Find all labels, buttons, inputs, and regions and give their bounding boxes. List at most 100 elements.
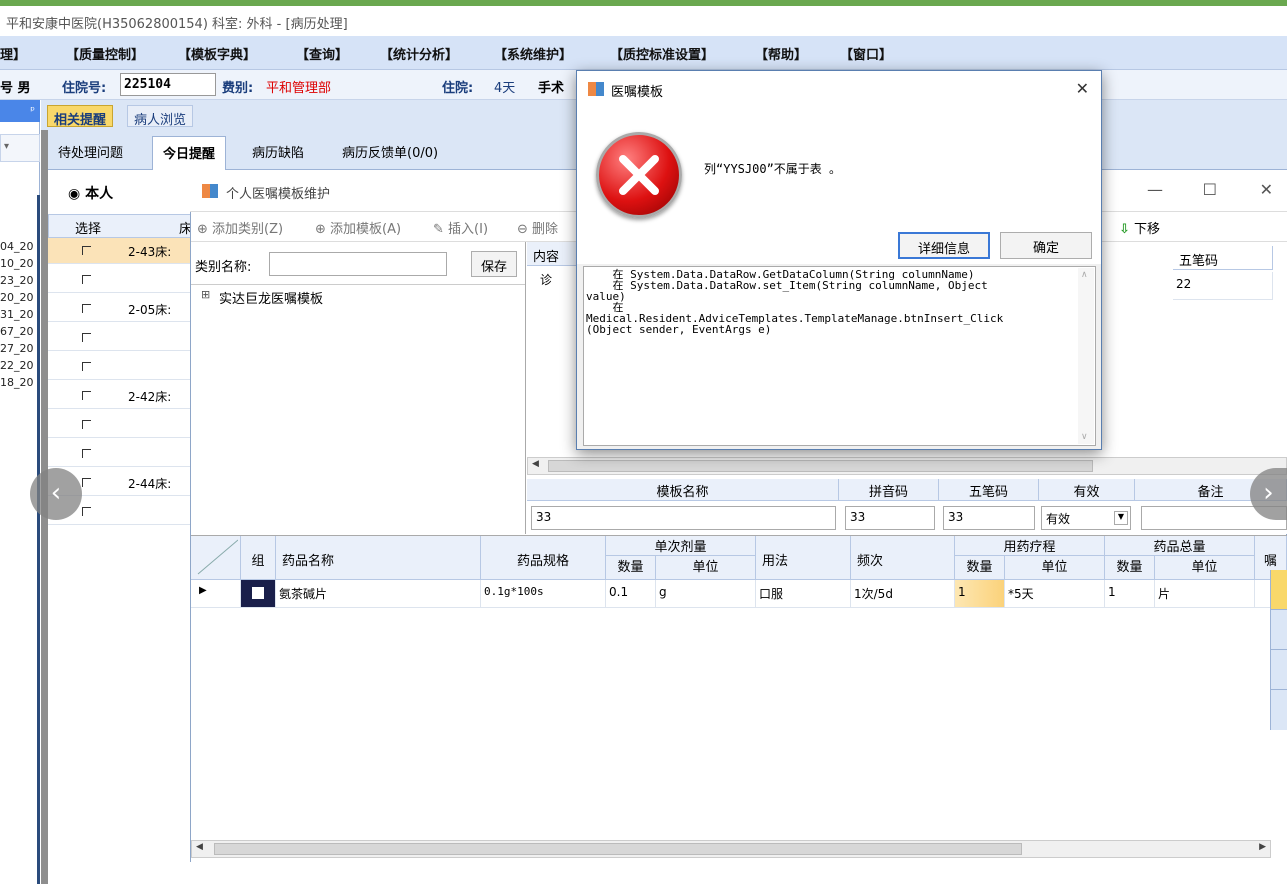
- scroll-thumb[interactable]: [214, 843, 1022, 855]
- tab-reminders[interactable]: 相关提醒: [47, 105, 114, 128]
- delete-button[interactable]: ⊖ 删除: [517, 218, 558, 237]
- scroll-down-icon[interactable]: ∨: [1081, 432, 1088, 442]
- row-checkbox[interactable]: [82, 362, 91, 371]
- row-checkbox[interactable]: [82, 246, 91, 255]
- row-checkbox[interactable]: [82, 420, 91, 429]
- menu-item-query[interactable]: 【查询】: [296, 44, 348, 63]
- row-checkbox[interactable]: [82, 275, 91, 284]
- bed-cell: 2-43床:: [128, 245, 172, 259]
- prev-arrow-icon[interactable]: ‹: [30, 468, 82, 520]
- scroll-right-icon[interactable]: ▶: [1259, 842, 1266, 852]
- details-button[interactable]: 详细信息: [898, 232, 990, 259]
- dialog-close-button[interactable]: ✕: [1076, 79, 1089, 98]
- expand-icon[interactable]: ⊞: [201, 288, 210, 301]
- tree-node[interactable]: 实达巨龙医嘱模板: [219, 288, 323, 307]
- tab-patient-browse[interactable]: 病人浏览: [127, 105, 194, 128]
- freq-cell[interactable]: 1次/5d: [851, 580, 955, 608]
- chevron-down-icon[interactable]: ▼: [1114, 511, 1128, 525]
- table-row[interactable]: [48, 441, 190, 467]
- table-row[interactable]: [48, 267, 190, 293]
- table-row[interactable]: [48, 325, 190, 351]
- scroll-left-icon[interactable]: ◀: [196, 842, 203, 852]
- row-checkbox[interactable]: [82, 333, 91, 342]
- dose-unit-cell[interactable]: g: [656, 580, 756, 608]
- horizontal-scrollbar[interactable]: ◀: [527, 457, 1287, 475]
- valid-select[interactable]: 有效 ▼: [1041, 506, 1131, 530]
- menu-item-system[interactable]: 【系统维护】: [494, 44, 572, 63]
- usage-cell[interactable]: 口服: [756, 580, 851, 608]
- list-item[interactable]: 18_20: [0, 376, 34, 389]
- vertical-tab[interactable]: [1271, 650, 1287, 690]
- add-template-button[interactable]: ⊕ 添加模板(A): [315, 218, 401, 237]
- scroll-up-icon[interactable]: ∧: [1081, 270, 1088, 280]
- list-item[interactable]: 27_20: [0, 342, 34, 355]
- arrow-down-icon: ⇩: [1119, 222, 1130, 237]
- menu-item-window[interactable]: 【窗口】: [840, 44, 892, 63]
- tab-pending[interactable]: 待处理问题: [48, 140, 133, 163]
- total-unit-cell[interactable]: 片: [1155, 580, 1255, 608]
- valid-select-value: 有效: [1046, 512, 1071, 526]
- table-row[interactable]: [48, 412, 190, 438]
- template-wubi-input[interactable]: 33: [943, 506, 1035, 530]
- list-item[interactable]: 23_20: [0, 274, 34, 287]
- self-radio[interactable]: ◉ 本人: [68, 183, 113, 203]
- table-row[interactable]: 2-42床:: [48, 383, 190, 409]
- row-checkbox[interactable]: [82, 391, 91, 400]
- course-qty-cell[interactable]: 1: [955, 580, 1005, 608]
- wubi-cell[interactable]: 22: [1173, 272, 1273, 300]
- scroll-left-icon[interactable]: ◀: [532, 459, 539, 469]
- vertical-tab[interactable]: [1271, 570, 1287, 610]
- course-unit-cell[interactable]: *5天: [1005, 580, 1105, 608]
- ok-button[interactable]: 确定: [1000, 232, 1092, 259]
- scroll-thumb[interactable]: [548, 460, 1093, 472]
- tab-defects[interactable]: 病历缺陷: [242, 140, 314, 163]
- list-item[interactable]: 04_20: [0, 240, 34, 253]
- save-button[interactable]: 保存: [471, 251, 517, 277]
- menu-item-template-dict[interactable]: 【模板字典】: [178, 44, 256, 63]
- menu-item-qc-standard[interactable]: 【质控标准设置】: [610, 44, 714, 63]
- row-checkbox[interactable]: [82, 507, 91, 516]
- list-item[interactable]: 20_20: [0, 291, 34, 304]
- dose-qty-cell[interactable]: 0.1: [606, 580, 656, 608]
- list-item[interactable]: 10_20: [0, 257, 34, 270]
- group-checkbox[interactable]: [241, 580, 276, 608]
- bottom-horizontal-scrollbar[interactable]: ◀ ▶: [191, 840, 1271, 858]
- list-item[interactable]: 67_20: [0, 325, 34, 338]
- left-dropdown[interactable]: ▾: [0, 134, 40, 162]
- menu-item-quality[interactable]: 【质量控制】: [66, 44, 144, 63]
- row-checkbox[interactable]: [82, 449, 91, 458]
- row-header-corner: [191, 536, 241, 580]
- tab-today[interactable]: 今日提醒: [152, 136, 227, 170]
- list-item[interactable]: 31_20: [0, 308, 34, 321]
- insert-button[interactable]: ✎ 插入(I): [433, 218, 488, 237]
- col-course-qty: 数量: [955, 556, 1005, 580]
- maximize-button[interactable]: ☐: [1203, 180, 1217, 199]
- menu-item-help[interactable]: 【帮助】: [755, 44, 807, 63]
- drug-spec-cell[interactable]: 0.1g*100s: [481, 580, 606, 608]
- row-checkbox[interactable]: [82, 304, 91, 313]
- drug-name-cell[interactable]: 氨茶碱片: [276, 580, 481, 608]
- vertical-tab[interactable]: [1271, 610, 1287, 650]
- trace-scrollbar[interactable]: ∧ ∨: [1078, 268, 1094, 444]
- total-qty-cell[interactable]: 1: [1105, 580, 1155, 608]
- vertical-tab[interactable]: [1271, 690, 1287, 730]
- move-down-button[interactable]: ⇩ 下移: [1119, 218, 1160, 237]
- close-button[interactable]: ✕: [1260, 180, 1273, 199]
- template-name-input[interactable]: 33: [531, 506, 836, 530]
- menu-item-stats[interactable]: 【统计分析】: [380, 44, 458, 63]
- left-splitter[interactable]: [37, 195, 40, 884]
- pinyin-input[interactable]: 33: [845, 506, 935, 530]
- minimize-button[interactable]: —: [1147, 180, 1163, 199]
- pin-icon[interactable]: ᵖ: [0, 100, 40, 122]
- stack-trace-textbox[interactable]: 在 System.Data.DataRow.GetDataColumn(Stri…: [583, 266, 1096, 446]
- category-input[interactable]: [269, 252, 447, 276]
- table-row[interactable]: 2-05床:: [48, 296, 190, 322]
- row-checkbox[interactable]: [82, 478, 91, 487]
- table-row[interactable]: 2-43床:: [48, 238, 190, 264]
- list-item[interactable]: 22_20: [0, 359, 34, 372]
- menu-item-record[interactable]: 理】: [0, 44, 26, 63]
- tab-feedback[interactable]: 病历反馈单(0/0): [332, 140, 448, 163]
- table-row[interactable]: [48, 354, 190, 380]
- dialog-titlebar[interactable]: 医嘱模板 ✕: [577, 71, 1101, 107]
- add-category-button[interactable]: ⊕ 添加类别(Z): [197, 218, 283, 237]
